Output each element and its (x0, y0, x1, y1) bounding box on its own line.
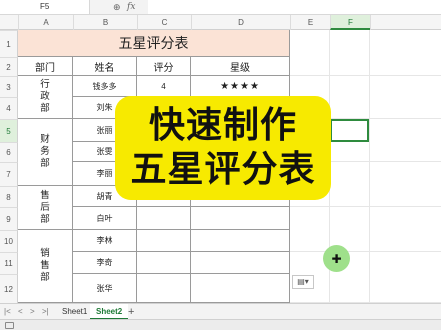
department-label: 财务部 (40, 134, 50, 169)
row-header-5[interactable]: 5 (0, 119, 18, 142)
star-rating-cell[interactable]: ★★★★ (191, 76, 290, 97)
paste-options-icon[interactable]: ▤▾ (292, 275, 314, 289)
department-label: 销售部 (40, 248, 50, 283)
next-sheet-icon[interactable]: > (30, 304, 35, 320)
row-header-7[interactable]: 7 (0, 162, 18, 186)
select-all-corner[interactable] (0, 15, 18, 30)
name-box[interactable]: F5 (0, 0, 90, 14)
department-finance[interactable]: 财务部 (18, 119, 73, 186)
name-cell[interactable]: 钱多多 (73, 76, 137, 97)
prev-sheet-icon[interactable]: < (18, 304, 23, 320)
tab-sheet2[interactable]: Sheet2 (90, 304, 129, 320)
grid-row-2-right (290, 57, 441, 76)
name-cell[interactable]: 李林 (73, 230, 137, 252)
column-header-b[interactable]: B (73, 15, 137, 30)
row-header-2[interactable]: 2 (0, 57, 18, 76)
table-title[interactable]: 五星评分表 (18, 30, 290, 57)
zoom-icon[interactable]: ⊕ (113, 0, 121, 14)
fx-icon[interactable]: fx (127, 0, 135, 14)
star-rating-cell[interactable] (191, 207, 290, 230)
row-header-9[interactable]: 9 (0, 207, 18, 230)
department-sales[interactable]: 销售部 (18, 230, 73, 303)
formula-bar: F5 ⊕ fx (0, 0, 441, 15)
name-cell[interactable]: 李奇 (73, 252, 137, 274)
row-header-8[interactable]: 8 (0, 186, 18, 207)
row-header-3[interactable]: 3 (0, 76, 18, 97)
tab-sheet1[interactable]: Sheet1 (56, 304, 93, 320)
status-icon (5, 322, 14, 329)
header-star-rating[interactable]: 星级 (191, 57, 290, 76)
score-cell[interactable] (137, 207, 191, 230)
column-header-f[interactable]: F (330, 15, 370, 30)
department-admin[interactable]: 行政部 (18, 76, 73, 119)
overlay-line-2: 五星评分表 (130, 149, 316, 190)
column-header-d[interactable]: D (191, 15, 290, 30)
cursor-highlight-icon: ✚ (323, 245, 350, 272)
department-label: 售后部 (40, 189, 50, 225)
grid-row-10-right (290, 230, 441, 252)
overlay-line-1: 快速制作 (148, 105, 297, 146)
star-rating-cell[interactable] (191, 230, 290, 252)
score-cell[interactable] (137, 230, 191, 252)
row-header-6[interactable]: 6 (0, 142, 18, 162)
status-bar (0, 319, 441, 330)
score-cell[interactable] (137, 252, 191, 274)
header-name[interactable]: 姓名 (73, 57, 137, 76)
column-header-e[interactable]: E (290, 15, 330, 30)
header-score[interactable]: 评分 (137, 57, 191, 76)
add-sheet-icon[interactable]: + (128, 304, 134, 320)
row-header-1[interactable]: 1 (0, 30, 18, 57)
row-header-4[interactable]: 4 (0, 97, 18, 119)
star-rating-cell[interactable] (191, 274, 290, 303)
score-cell[interactable]: 4 (137, 76, 191, 97)
star-rating-cell[interactable] (191, 252, 290, 274)
row-header-10[interactable]: 10 (0, 230, 18, 252)
name-cell[interactable]: 白叶 (73, 207, 137, 230)
formula-input[interactable] (148, 0, 441, 14)
first-sheet-icon[interactable]: |< (4, 304, 11, 320)
column-header-bar: A B C D E F (0, 15, 441, 30)
column-header-a[interactable]: A (18, 15, 73, 30)
sheet-tab-bar: |< < > >| Sheet1 Sheet2 + (0, 303, 441, 320)
active-cell-f5[interactable] (330, 119, 369, 142)
last-sheet-icon[interactable]: >| (42, 304, 49, 320)
title-overlay-banner: 快速制作 五星评分表 (115, 96, 331, 200)
row-header-11[interactable]: 11 (0, 252, 18, 274)
row-header-12[interactable]: 12 (0, 274, 18, 303)
name-cell[interactable]: 张华 (73, 274, 137, 303)
header-department[interactable]: 部门 (18, 57, 73, 76)
score-cell[interactable] (137, 274, 191, 303)
department-label: 行政部 (40, 79, 50, 114)
column-header-empty[interactable] (370, 15, 441, 30)
department-after-sales[interactable]: 售后部 (18, 186, 73, 230)
column-header-c[interactable]: C (137, 15, 191, 30)
